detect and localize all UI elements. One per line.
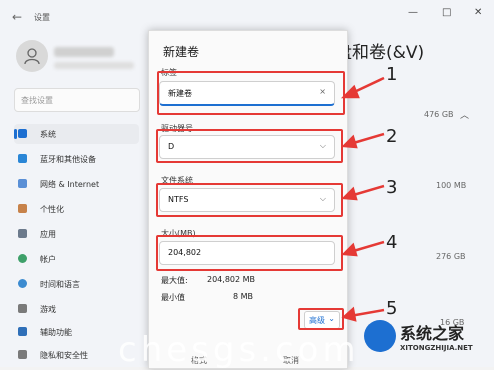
sidebar-item-accounts[interactable]: 帐户 [14, 249, 139, 269]
sidebar-item-label: 个性化 [40, 205, 64, 214]
sidebar-item-label: 隐私和安全性 [40, 351, 88, 360]
gamepad-icon [18, 304, 27, 313]
user-name-blurred [54, 47, 114, 57]
annotation-number-4: 4 [386, 232, 398, 253]
search-input[interactable]: 查找设置 [14, 88, 140, 112]
chevron-up-icon[interactable]: ︿ [460, 108, 469, 121]
sidebar-item-label: 辅助功能 [40, 328, 72, 337]
sidebar-item-label: 游戏 [40, 305, 56, 314]
max-label: 最大值: [161, 276, 188, 285]
annotation-number-1: 1 [386, 64, 398, 85]
sidebar-item-label: 蓝牙和其他设备 [40, 155, 96, 164]
annotation-box-1 [157, 71, 345, 115]
sidebar-item-network[interactable]: 网络 & Internet [14, 174, 139, 194]
logo-title: 系统之家 [400, 324, 465, 343]
sidebar-item-label: 网络 & Internet [40, 180, 100, 189]
annotation-box-3 [156, 183, 343, 217]
logo-mark-icon [364, 320, 396, 352]
back-arrow-icon[interactable]: ← [12, 10, 22, 24]
network-icon [18, 179, 27, 188]
sidebar-item-personalization[interactable]: 个性化 [14, 199, 139, 219]
page-heading: 盘和卷(&V) [335, 43, 425, 63]
sidebar-item-bluetooth[interactable]: 蓝牙和其他设备 [14, 149, 139, 169]
title-bar: ← 设置 — □ ✕ [0, 0, 494, 30]
sidebar-item-system[interactable]: 系统 [14, 124, 139, 144]
minimize-button[interactable]: — [408, 7, 418, 18]
sidebar-item-label: 系统 [40, 130, 56, 139]
user-icon [24, 48, 40, 65]
min-label: 最小值 [161, 293, 185, 302]
bluetooth-icon [18, 154, 27, 163]
search-placeholder: 查找设置 [21, 96, 53, 105]
shield-icon [18, 350, 27, 359]
apps-icon [18, 229, 27, 238]
annotation-box-5 [298, 308, 344, 330]
close-button[interactable]: ✕ [474, 7, 482, 18]
volume-size: 100 MB [436, 181, 467, 190]
min-value: 8 MB [233, 292, 254, 301]
system-icon [18, 129, 27, 138]
annotation-box-2 [156, 129, 343, 163]
annotation-number-3: 3 [386, 177, 398, 198]
globe-icon [18, 279, 27, 288]
sidebar-item-apps[interactable]: 应用 [14, 224, 139, 244]
annotation-box-4 [156, 235, 343, 271]
account-icon [18, 254, 27, 263]
watermark-text: chesgs.com [118, 330, 360, 370]
app-title: 设置 [34, 13, 50, 22]
sidebar-item-label: 时间和语言 [40, 280, 80, 289]
user-email-blurred [54, 62, 134, 69]
site-logo: 系统之家 XITONGZHIJIA.NET [356, 316, 492, 364]
maximize-button[interactable]: □ [442, 7, 451, 18]
volume-size: 276 GB [436, 252, 466, 261]
annotation-arrows [340, 76, 385, 322]
sidebar-item-time-language[interactable]: 时间和语言 [14, 274, 139, 294]
sidebar-item-label: 帐户 [40, 255, 56, 264]
brush-icon [18, 204, 27, 213]
logo-subtitle: XITONGZHIJIA.NET [400, 344, 473, 352]
avatar[interactable] [16, 40, 48, 72]
sidebar-item-gaming[interactable]: 游戏 [14, 299, 139, 319]
accessibility-icon [18, 327, 27, 336]
sidebar-item-label: 应用 [40, 230, 56, 239]
volume-size: 476 GB [424, 110, 454, 119]
max-value: 204,802 MB [207, 275, 256, 284]
annotation-number-2: 2 [386, 126, 398, 147]
dialog-title: 新建卷 [163, 45, 200, 59]
